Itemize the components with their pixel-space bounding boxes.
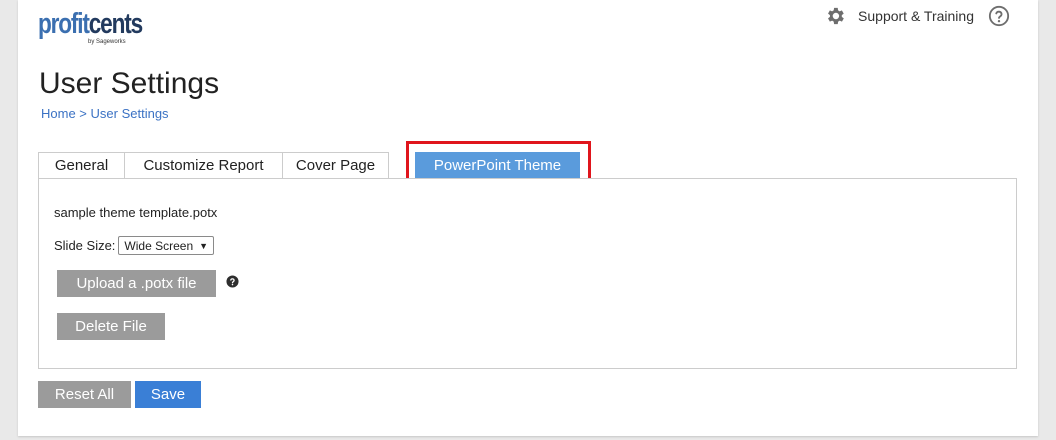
settings-tabs: General Customize Report Cover Page Powe… xyxy=(38,141,591,183)
slide-size-select[interactable]: Wide Screen ▼ xyxy=(118,236,215,255)
breadcrumb-current[interactable]: User Settings xyxy=(91,106,169,121)
support-training-link[interactable]: Support & Training xyxy=(858,8,974,24)
delete-file-button[interactable]: Delete File xyxy=(57,313,165,340)
breadcrumb: Home > User Settings xyxy=(41,106,169,121)
powerpoint-theme-panel: sample theme template.potx Slide Size: W… xyxy=(38,178,1017,369)
tab-general[interactable]: General xyxy=(38,152,125,178)
tab-customize-report[interactable]: Customize Report xyxy=(125,152,283,178)
slide-size-row: Slide Size: Wide Screen ▼ xyxy=(54,236,215,255)
logo-subtitle: by Sageworks xyxy=(88,39,126,45)
profitcents-logo[interactable]: profitcents by Sageworks xyxy=(38,6,143,50)
breadcrumb-separator: > xyxy=(75,106,91,121)
highlight-box: PowerPoint Theme xyxy=(406,141,591,183)
gear-icon[interactable] xyxy=(824,5,846,27)
question-circle-icon[interactable] xyxy=(988,5,1010,27)
settings-page: profitcents by Sageworks Support & Train… xyxy=(18,0,1038,436)
theme-filename: sample theme template.potx xyxy=(54,205,218,220)
slide-size-value: Wide Screen xyxy=(124,238,194,253)
breadcrumb-home[interactable]: Home xyxy=(41,106,76,121)
dropdown-arrow-icon: ▼ xyxy=(199,240,209,251)
logo-wordmark: profitcents xyxy=(38,8,143,40)
question-circle-icon[interactable] xyxy=(226,275,239,288)
header-actions: Support & Training xyxy=(824,3,1010,29)
tab-cover-page[interactable]: Cover Page xyxy=(283,152,389,178)
reset-all-button[interactable]: Reset All xyxy=(38,381,131,408)
upload-potx-button[interactable]: Upload a .potx file xyxy=(57,270,216,297)
slide-size-label: Slide Size: xyxy=(54,238,116,253)
save-button[interactable]: Save xyxy=(135,381,201,408)
page-title: User Settings xyxy=(39,67,220,100)
tab-powerpoint-theme[interactable]: PowerPoint Theme xyxy=(415,152,580,178)
